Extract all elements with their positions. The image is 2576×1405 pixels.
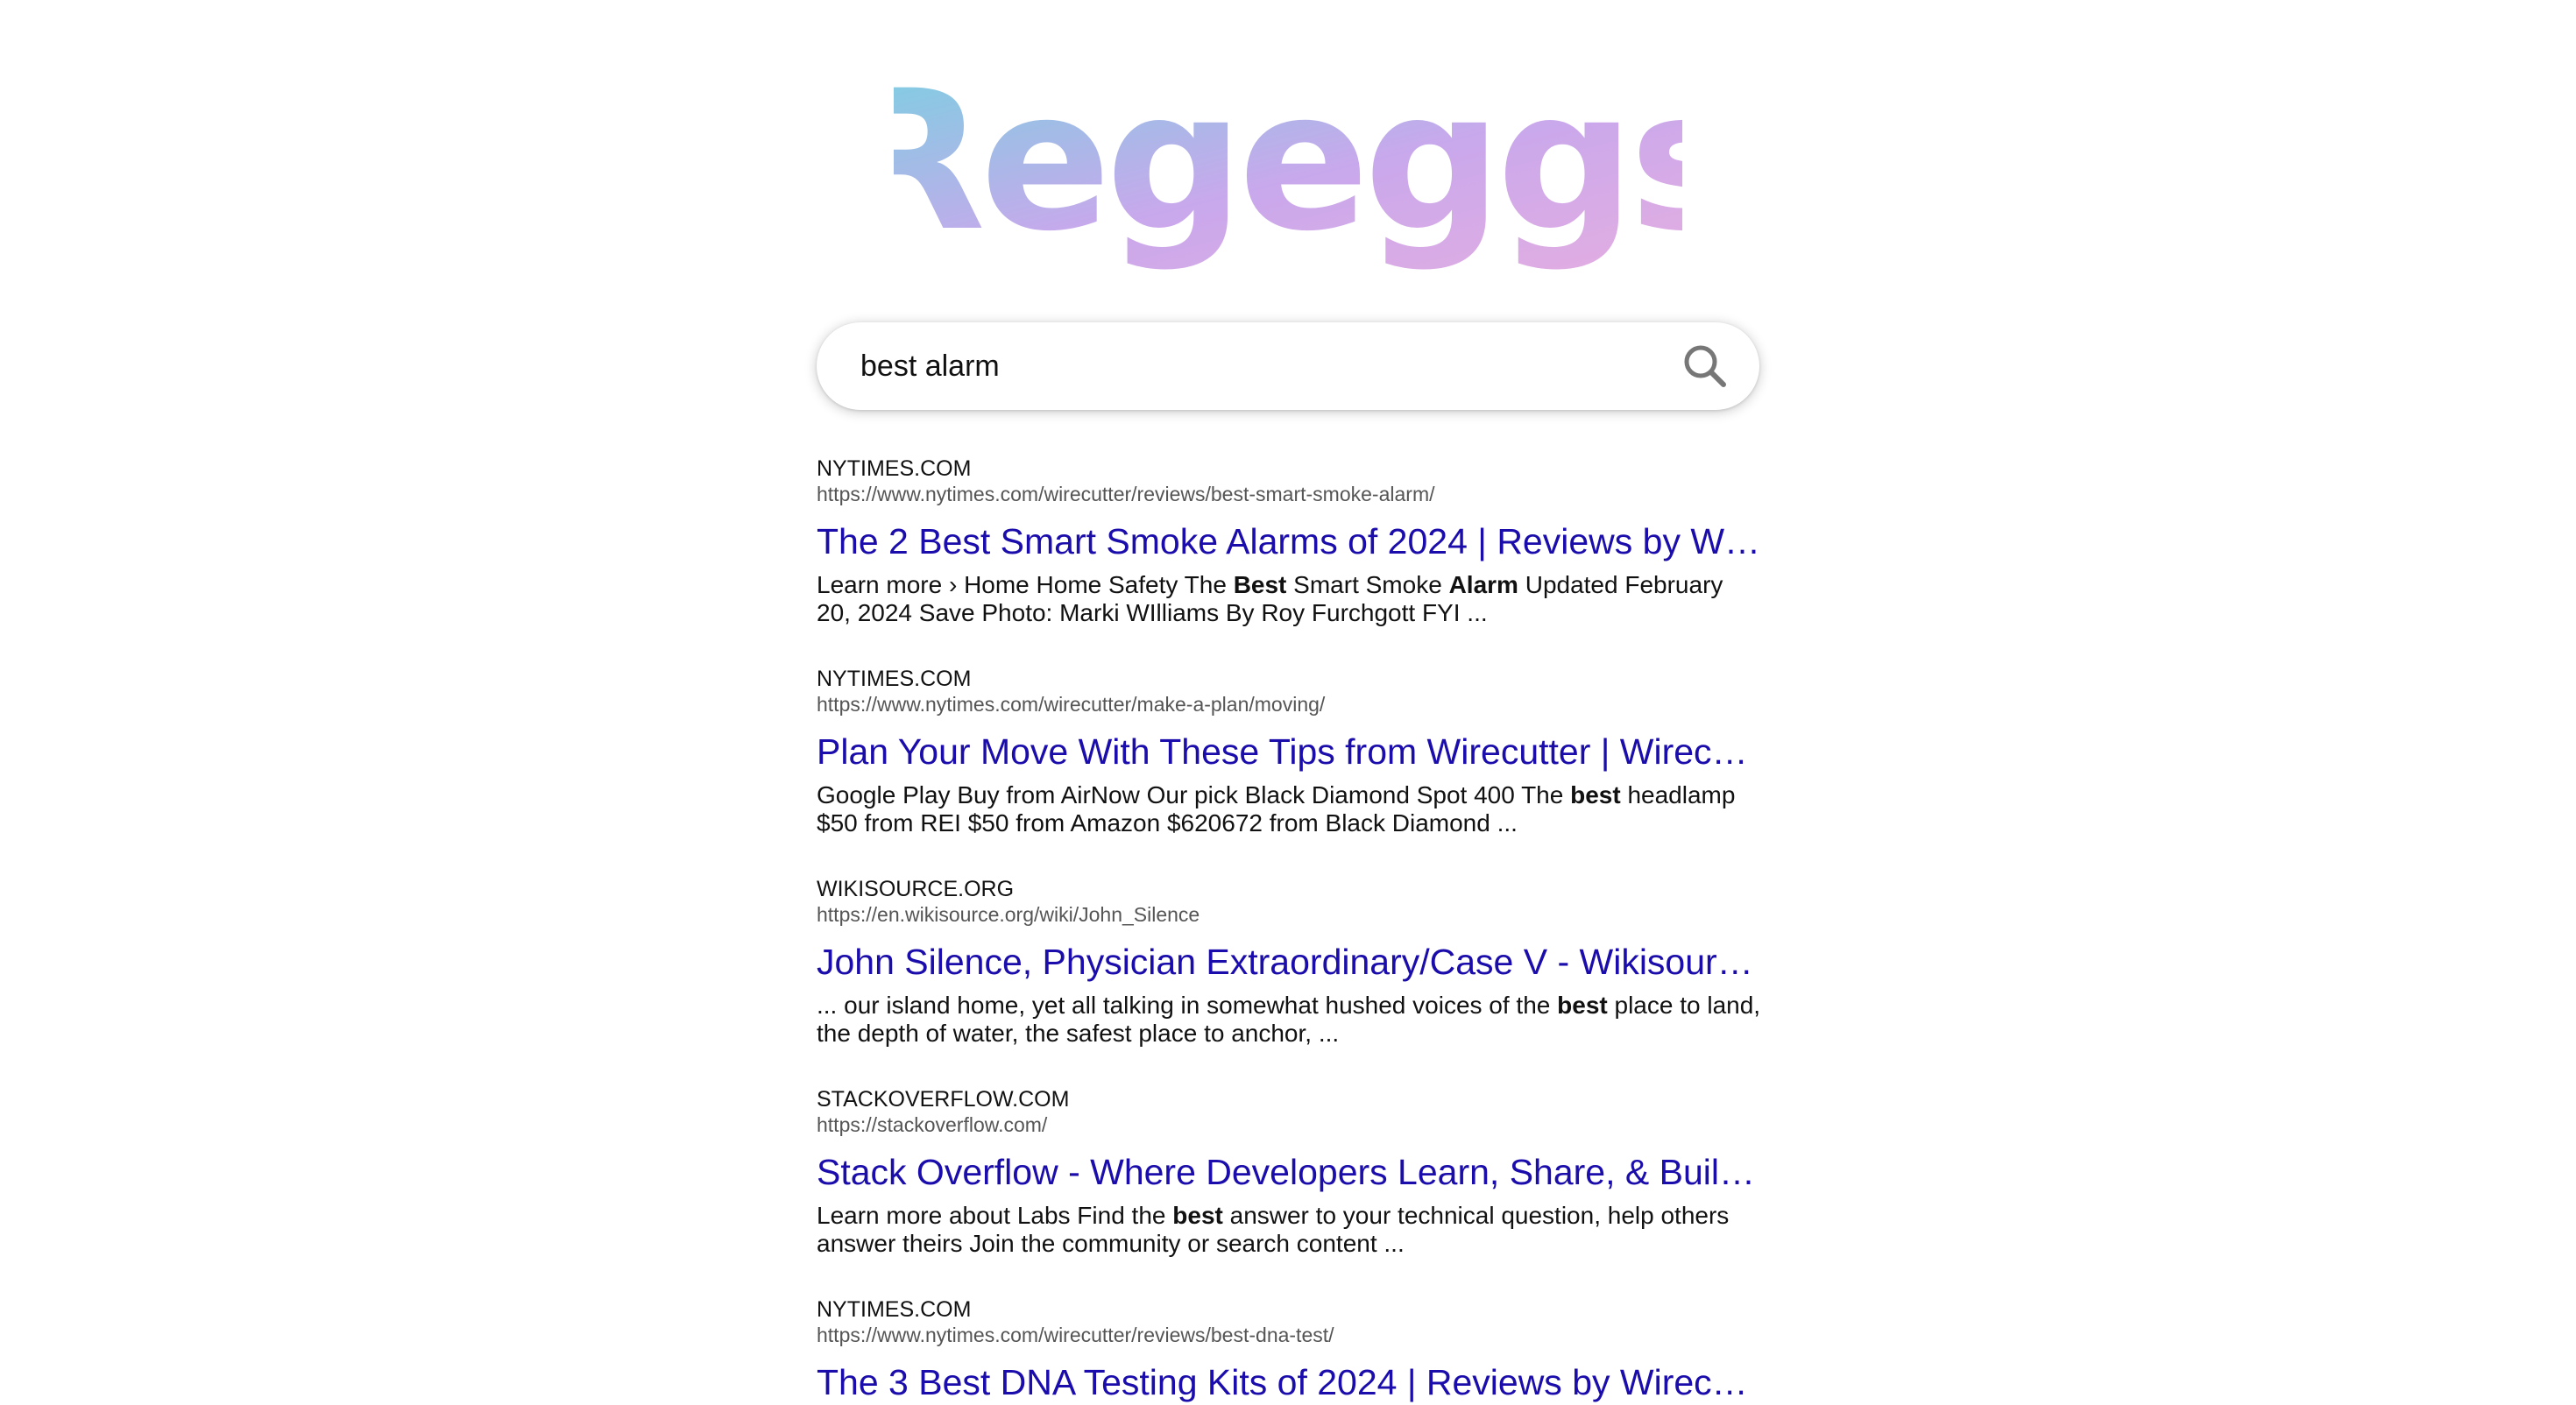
result-title-link[interactable]: The 3 Best DNA Testing Kits of 2024 | Re… <box>817 1359 1761 1405</box>
result-snippet: Learn more about Labs Find the best answ… <box>817 1202 1763 1258</box>
result-domain: STACKOVERFLOW.COM <box>817 1087 1070 1112</box>
result-snippet: Google Play Buy from AirNow Our pick Bla… <box>817 781 1763 837</box>
result-snippet: ... our island home, yet all talking in … <box>817 992 1763 1048</box>
snippet-highlight: best <box>1570 781 1621 808</box>
snippet-text: Google Play Buy from AirNow Our pick Bla… <box>817 781 1571 808</box>
logo-wordmark: Regeggs <box>894 56 1682 273</box>
result-title-link[interactable]: Plan Your Move With These Tips from Wire… <box>817 729 1761 774</box>
search-result: NYTIMES.COM https://www.nytimes.com/wirec… <box>817 455 1772 627</box>
search-icon[interactable] <box>1682 343 1728 389</box>
result-domain: NYTIMES.COM <box>817 667 972 691</box>
snippet-text: ... our island home, yet all talking in … <box>817 992 1558 1019</box>
result-domain: WIKISOURCE.ORG <box>817 877 1015 901</box>
snippet-highlight: best <box>1172 1202 1223 1229</box>
search-bar[interactable] <box>817 322 1759 410</box>
result-domain: NYTIMES.COM <box>817 1297 972 1322</box>
search-result: NYTIMES.COM https://www.nytimes.com/wirec… <box>817 1296 1772 1405</box>
snippet-text: Smart Smoke <box>1286 571 1449 598</box>
result-snippet: Learn more › Home Home Safety The Best S… <box>817 571 1763 627</box>
search-result: NYTIMES.COM https://www.nytimes.com/wirec… <box>817 666 1772 837</box>
search-result: STACKOVERFLOW.COM https://stackoverflow.c… <box>817 1086 1772 1258</box>
result-url: https://www.nytimes.com/wirecutter/revie… <box>817 483 1435 505</box>
result-title-link[interactable]: The 2 Best Smart Smoke Alarms of 2024 | … <box>817 519 1761 564</box>
result-url: https://stackoverflow.com/ <box>817 1113 1048 1136</box>
logo: Regeggs <box>0 56 2576 284</box>
result-domain: NYTIMES.COM <box>817 456 972 481</box>
result-url: https://www.nytimes.com/wirecutter/revie… <box>817 1324 1334 1346</box>
logo-text: Regeggs <box>894 56 1682 273</box>
result-title-link[interactable]: John Silence, Physician Extraordinary/Ca… <box>817 939 1761 985</box>
snippet-highlight: Alarm <box>1448 571 1518 598</box>
search-input[interactable] <box>860 340 1649 392</box>
snippet-highlight: Best <box>1233 571 1287 598</box>
result-title-link[interactable]: Stack Overflow - Where Developers Learn,… <box>817 1149 1761 1195</box>
snippet-highlight: best <box>1557 992 1608 1019</box>
snippet-text: Learn more › Home Home Safety The <box>817 571 1234 598</box>
result-url: https://en.wikisource.org/wiki/John_Sile… <box>817 903 1200 926</box>
search-result: WIKISOURCE.ORG https://en.wikisource.org/… <box>817 876 1772 1048</box>
result-url: https://www.nytimes.com/wirecutter/make-… <box>817 693 1326 716</box>
snippet-text: Learn more about Labs Find the <box>817 1202 1173 1229</box>
